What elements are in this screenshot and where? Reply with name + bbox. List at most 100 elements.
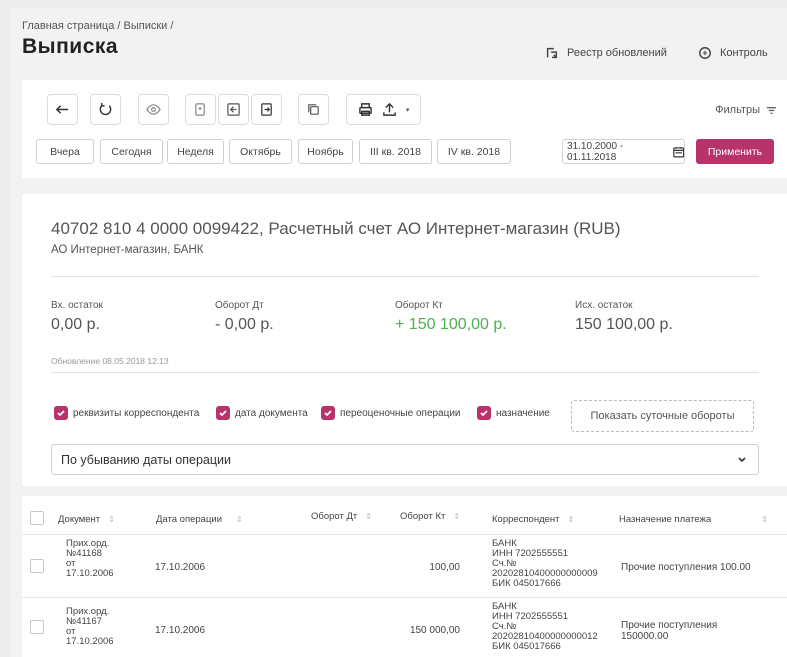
calendar-icon[interactable] [672, 146, 684, 158]
control-link[interactable]: Контроль [698, 46, 768, 60]
sort-icon[interactable]: ⇕ [453, 512, 460, 521]
breadcrumb: Главная страница / Выписки / [22, 20, 174, 32]
column-label: Оборот Дт [311, 511, 358, 522]
column-header-credit[interactable]: Оборот Кт ⇕ [400, 511, 460, 522]
checkbox-checked-icon[interactable] [321, 406, 335, 420]
row-checkbox[interactable] [30, 559, 44, 573]
cell-document: Прих.орд. №41167 от 17.10.2006 [66, 607, 114, 647]
corr-line: БИК 045017666 [492, 578, 561, 589]
filters-button[interactable]: Фильтры [715, 104, 777, 116]
sort-icon[interactable]: ⇕ [365, 512, 372, 521]
sort-icon[interactable]: ⇕ [236, 515, 243, 524]
arrow-left-icon [55, 105, 69, 114]
control-label: Контроль [720, 47, 768, 59]
column-label: Оборот Кт [400, 511, 446, 522]
checkbox-purpose[interactable]: назначение [477, 406, 550, 420]
period-november-button[interactable]: Ноябрь [298, 139, 353, 164]
purpose-line: Прочие поступления 100.00 [621, 562, 751, 573]
period-q3-button[interactable]: III кв. 2018 [359, 139, 432, 164]
checkbox-checked-icon[interactable] [477, 406, 491, 420]
refresh-button[interactable] [90, 94, 121, 125]
checkbox-checked-icon[interactable] [216, 406, 230, 420]
doc-line: 17.10.2006 [66, 636, 114, 647]
control-icon [699, 47, 711, 59]
period-yesterday-button[interactable]: Вчера [36, 139, 94, 164]
divider [51, 276, 759, 277]
sort-icon[interactable]: ⇕ [568, 515, 575, 524]
period-today-button[interactable]: Сегодня [100, 139, 163, 164]
copy-button[interactable] [298, 94, 329, 125]
cell-date: 17.10.2006 [155, 625, 206, 636]
period-october-button[interactable]: Октябрь [229, 139, 292, 164]
column-header-correspondent[interactable]: Корреспондент ⇕ [492, 514, 574, 525]
cell-date: 17.10.2006 [155, 562, 206, 573]
date-range-value: 31.10.2000 - 01.11.2018 [567, 140, 624, 163]
sort-order-select[interactable]: По убыванию даты операции [51, 444, 759, 475]
doc-add-icon [195, 103, 205, 116]
cell-purpose: Прочие поступления 150000.00 [621, 620, 717, 642]
refresh-icon [99, 102, 112, 116]
column-label: Документ [58, 514, 101, 525]
checkbox-label: дата документа [235, 407, 308, 419]
doc-import-button[interactable] [218, 94, 249, 125]
debit-turnover-label: Оборот Дт [215, 300, 264, 311]
divider [51, 372, 759, 373]
column-header-document[interactable]: Документ ⇕ [58, 514, 115, 525]
doc-export-icon [261, 103, 272, 116]
checkbox-checked-icon[interactable] [54, 406, 68, 420]
updated-timestamp: Обновление 08.05.2018 12:13 [51, 356, 169, 366]
refresh-registry-label: Реестр обновлений [567, 47, 667, 59]
period-week-button[interactable]: Неделя [167, 139, 224, 164]
cell-correspondent: БАНК ИНН 7202555551 Сч.№ 202028104000000… [492, 539, 598, 589]
print-export-group[interactable]: ▾ [346, 94, 421, 125]
cell-credit: 100,00 [429, 562, 460, 573]
cell-credit: 150 000,00 [409, 625, 460, 636]
sort-icon[interactable]: ⇕ [108, 515, 115, 524]
back-button[interactable] [47, 94, 78, 125]
checkbox-label: реквизиты корреспондента [73, 407, 200, 419]
checkbox-correspondent-details[interactable]: реквизиты корреспондента [54, 406, 199, 420]
debit-turnover-value: - 0,00 р. [215, 316, 274, 333]
filters-label: Фильтры [715, 104, 760, 116]
view-button[interactable] [138, 94, 169, 125]
eye-icon [146, 104, 161, 115]
date-range-input[interactable]: 31.10.2000 - 01.11.2018 [562, 139, 685, 164]
refresh-registry-link[interactable]: Реестр обновлений [545, 46, 667, 60]
page-title: Выписка [22, 35, 119, 58]
checkbox-label: назначение [496, 407, 550, 419]
doc-export-button[interactable] [251, 94, 282, 125]
cell-document: Прих.орд. №41168 от 17.10.2006 [66, 539, 114, 579]
checkbox-document-date[interactable]: дата документа [216, 406, 308, 420]
cell-correspondent: БАНК ИНН 7202555551 Сч.№ 202028104000000… [492, 602, 598, 652]
period-q4-button[interactable]: IV кв. 2018 [437, 139, 511, 164]
sort-icon[interactable]: ⇕ [761, 515, 768, 524]
doc-add-button[interactable] [185, 94, 216, 125]
print-icon[interactable] [358, 102, 373, 117]
column-header-debit[interactable]: Оборот Дт ⇕ [311, 511, 372, 522]
account-title: 40702 810 4 0000 0099422, Расчетный счет… [51, 219, 621, 238]
row-divider [22, 534, 787, 535]
show-daily-turnover-button[interactable]: Показать суточные обороты [571, 400, 754, 432]
copy-icon [308, 104, 319, 115]
apply-button[interactable]: Применить [696, 139, 774, 164]
account-subtitle: АО Интернет-магазин, БАНК [51, 244, 204, 256]
opening-balance-label: Вх. остаток [51, 300, 103, 311]
chevron-down-icon [738, 457, 746, 463]
row-checkbox[interactable] [30, 620, 44, 634]
column-header-purpose[interactable]: Назначение платежа ⇕ [619, 514, 768, 525]
credit-turnover-label: Оборот Кт [395, 300, 443, 311]
select-all-checkbox[interactable] [30, 511, 44, 525]
credit-turnover-value: + 150 100,00 р. [395, 316, 507, 333]
closing-balance-value: 150 100,00 р. [575, 316, 673, 333]
filter-icon [766, 106, 777, 114]
cell-purpose: Прочие поступления 100.00 [621, 562, 751, 573]
chevron-down-icon: ▾ [405, 106, 410, 114]
app-frame: Главная страница / Выписки / Выписка Рее… [10, 8, 787, 657]
toolbar-card: ▾ Фильтры Вчера Сегодня Неделя Октябрь Н… [22, 80, 787, 178]
operations-table: Документ ⇕ Дата операции ⇕ Оборот Дт ⇕ Обор… [22, 496, 787, 657]
account-card: 40702 810 4 0000 0099422, Расчетный счет… [22, 194, 787, 486]
upload-icon[interactable] [382, 102, 397, 117]
row-divider [22, 597, 787, 598]
checkbox-revaluation-operations[interactable]: переоценочные операции [321, 406, 461, 420]
column-header-date[interactable]: Дата операции ⇕ [156, 514, 243, 525]
